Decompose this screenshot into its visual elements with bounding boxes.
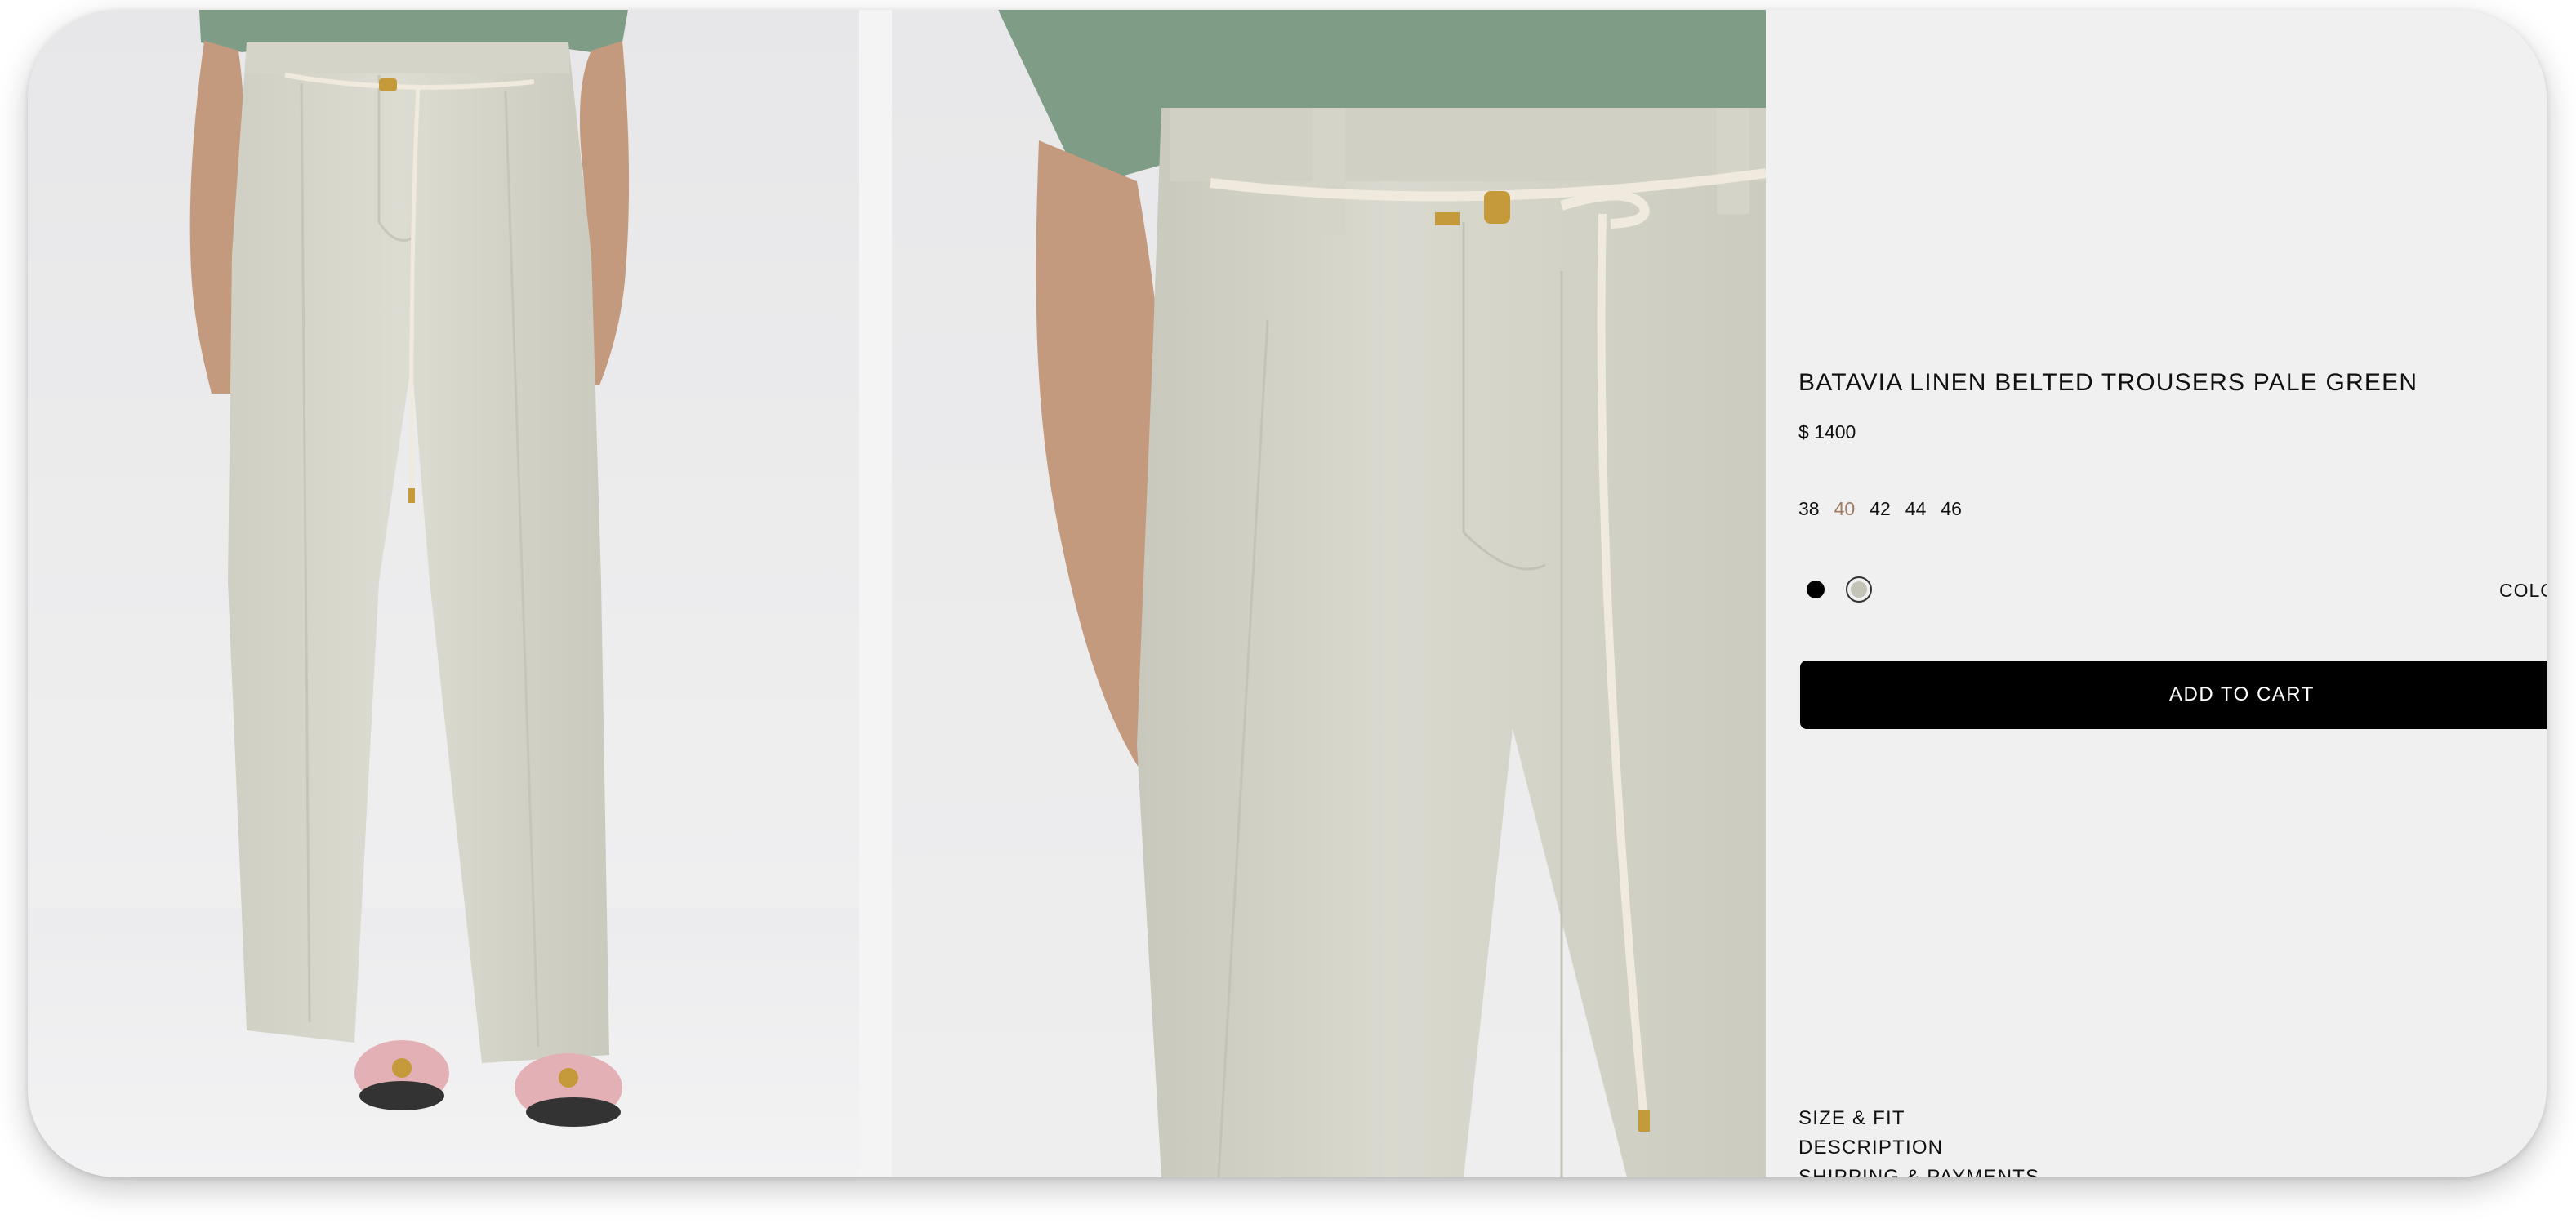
model-full-length-illustration [28, 10, 859, 1177]
shipping-payments-link[interactable]: SHIPPING & PAYMENTS [1798, 1166, 2039, 1177]
size-selector: 38 40 42 44 46 [1798, 498, 1962, 520]
product-price: $ 1400 [1798, 421, 1856, 443]
product-title: BATAVIA LINEN BELTED TROUSERS PALE GREEN [1798, 369, 2418, 396]
description-link[interactable]: DESCRIPTION [1798, 1137, 1943, 1159]
add-to-cart-button[interactable]: ADD TO CART [1800, 661, 2547, 729]
color-swatch-black[interactable] [1807, 581, 1825, 598]
color-label: COLO [2499, 580, 2547, 601]
size-option-42[interactable]: 42 [1870, 498, 1891, 520]
model-closeup-illustration [998, 10, 1766, 1177]
product-info-panel: BATAVIA LINEN BELTED TROUSERS PALE GREEN… [1766, 10, 2547, 1177]
gallery-divider [859, 10, 892, 1177]
size-option-38[interactable]: 38 [1798, 498, 1820, 520]
color-swatch-pale-green[interactable] [1846, 576, 1872, 603]
product-image-full-length[interactable] [28, 10, 859, 1177]
size-option-40[interactable]: 40 [1834, 498, 1856, 520]
size-option-46[interactable]: 46 [1941, 498, 1962, 520]
size-option-44[interactable]: 44 [1905, 498, 1927, 520]
product-image-closeup[interactable] [892, 10, 1766, 1177]
product-page-frame: BATAVIA LINEN BELTED TROUSERS PALE GREEN… [28, 10, 2547, 1177]
size-fit-link[interactable]: SIZE & FIT [1798, 1107, 1905, 1130]
color-selector [1807, 576, 1872, 603]
